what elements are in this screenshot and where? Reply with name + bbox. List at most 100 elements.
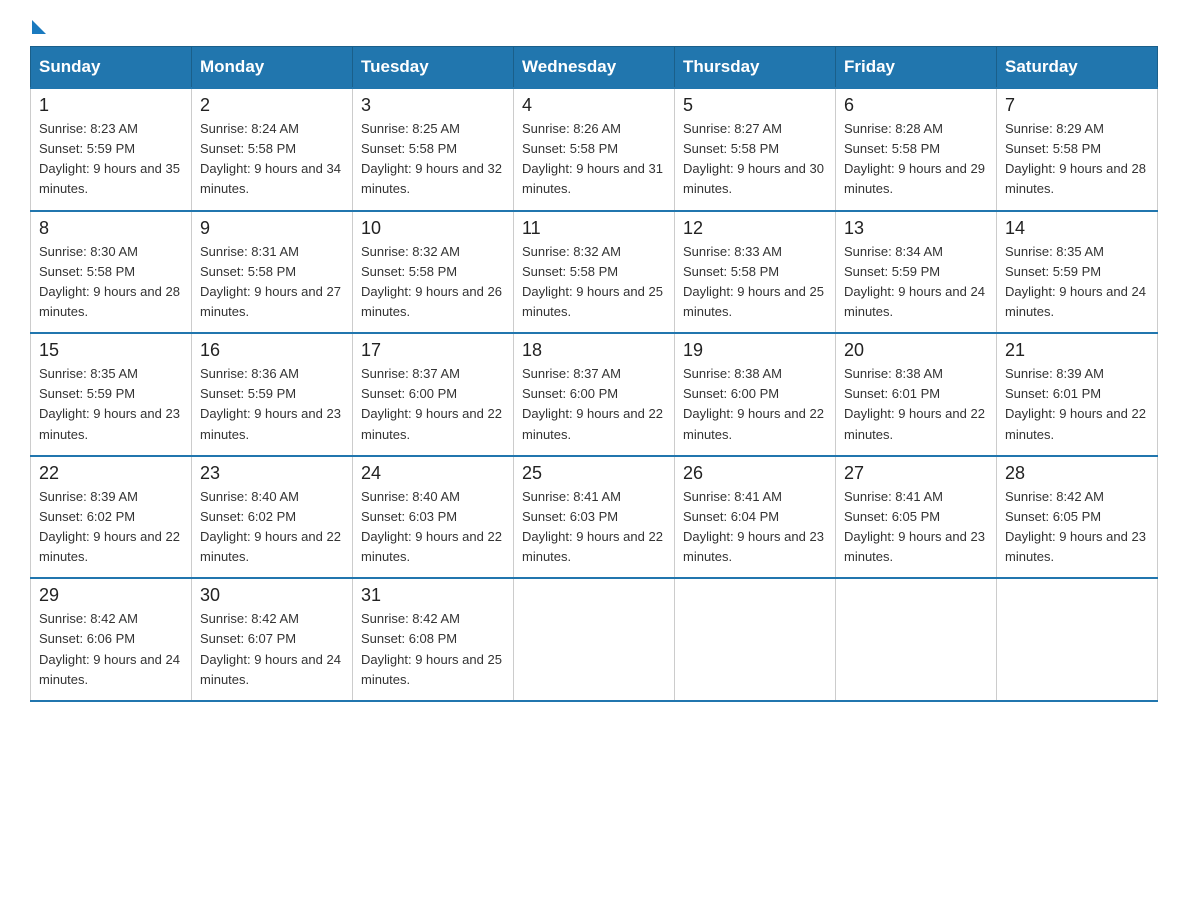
day-number: 28 — [1005, 463, 1149, 484]
day-number: 19 — [683, 340, 827, 361]
day-number: 14 — [1005, 218, 1149, 239]
calendar-cell — [675, 578, 836, 701]
day-number: 22 — [39, 463, 183, 484]
day-number: 27 — [844, 463, 988, 484]
calendar-cell: 18 Sunrise: 8:37 AMSunset: 6:00 PMDayligh… — [514, 333, 675, 456]
day-number: 30 — [200, 585, 344, 606]
day-number: 26 — [683, 463, 827, 484]
logo — [30, 20, 46, 28]
week-row-4: 22 Sunrise: 8:39 AMSunset: 6:02 PMDayligh… — [31, 456, 1158, 579]
calendar-cell: 23Sunrise: 8:40 AMSunset: 6:02 PMDayligh… — [192, 456, 353, 579]
day-number: 8 — [39, 218, 183, 239]
calendar-cell: 16 Sunrise: 8:36 AMSunset: 5:59 PMDayligh… — [192, 333, 353, 456]
calendar-cell — [514, 578, 675, 701]
day-number: 25 — [522, 463, 666, 484]
week-row-2: 8 Sunrise: 8:30 AMSunset: 5:58 PMDaylight… — [31, 211, 1158, 334]
calendar-cell: 27 Sunrise: 8:41 AMSunset: 6:05 PMDayligh… — [836, 456, 997, 579]
header-friday: Friday — [836, 47, 997, 89]
day-info: Sunrise: 8:35 AMSunset: 5:59 PMDaylight:… — [1005, 242, 1149, 323]
calendar-cell: 21 Sunrise: 8:39 AMSunset: 6:01 PMDayligh… — [997, 333, 1158, 456]
day-info: Sunrise: 8:27 AMSunset: 5:58 PMDaylight:… — [683, 119, 827, 200]
week-row-1: 1Sunrise: 8:23 AMSunset: 5:59 PMDaylight… — [31, 88, 1158, 211]
day-number: 31 — [361, 585, 505, 606]
day-number: 21 — [1005, 340, 1149, 361]
calendar-cell: 19 Sunrise: 8:38 AMSunset: 6:00 PMDayligh… — [675, 333, 836, 456]
calendar-cell: 10 Sunrise: 8:32 AMSunset: 5:58 PMDayligh… — [353, 211, 514, 334]
day-number: 3 — [361, 95, 505, 116]
day-number: 13 — [844, 218, 988, 239]
day-info: Sunrise: 8:37 AMSunset: 6:00 PMDaylight:… — [522, 364, 666, 445]
calendar-cell: 29 Sunrise: 8:42 AMSunset: 6:06 PMDayligh… — [31, 578, 192, 701]
calendar-cell: 6Sunrise: 8:28 AMSunset: 5:58 PMDaylight… — [836, 88, 997, 211]
day-info: Sunrise: 8:42 AMSunset: 6:07 PMDaylight:… — [200, 609, 344, 690]
day-info: Sunrise: 8:42 AMSunset: 6:06 PMDaylight:… — [39, 609, 183, 690]
header-monday: Monday — [192, 47, 353, 89]
day-number: 20 — [844, 340, 988, 361]
page-header — [30, 20, 1158, 28]
day-info: Sunrise: 8:42 AMSunset: 6:05 PMDaylight:… — [1005, 487, 1149, 568]
day-info: Sunrise: 8:41 AMSunset: 6:04 PMDaylight:… — [683, 487, 827, 568]
day-number: 4 — [522, 95, 666, 116]
day-info: Sunrise: 8:35 AMSunset: 5:59 PMDaylight:… — [39, 364, 183, 445]
calendar-cell: 14 Sunrise: 8:35 AMSunset: 5:59 PMDayligh… — [997, 211, 1158, 334]
calendar-cell: 17 Sunrise: 8:37 AMSunset: 6:00 PMDayligh… — [353, 333, 514, 456]
day-number: 15 — [39, 340, 183, 361]
day-info: Sunrise: 8:41 AMSunset: 6:05 PMDaylight:… — [844, 487, 988, 568]
logo-triangle-icon — [32, 20, 46, 34]
header-thursday: Thursday — [675, 47, 836, 89]
calendar-cell: 3 Sunrise: 8:25 AMSunset: 5:58 PMDaylight… — [353, 88, 514, 211]
day-info: Sunrise: 8:39 AMSunset: 6:01 PMDaylight:… — [1005, 364, 1149, 445]
day-number: 17 — [361, 340, 505, 361]
header-saturday: Saturday — [997, 47, 1158, 89]
calendar-cell: 12 Sunrise: 8:33 AMSunset: 5:58 PMDayligh… — [675, 211, 836, 334]
day-number: 7 — [1005, 95, 1149, 116]
day-number: 12 — [683, 218, 827, 239]
calendar-cell: 4 Sunrise: 8:26 AMSunset: 5:58 PMDaylight… — [514, 88, 675, 211]
day-number: 24 — [361, 463, 505, 484]
day-info: Sunrise: 8:38 AMSunset: 6:01 PMDaylight:… — [844, 364, 988, 445]
day-number: 11 — [522, 218, 666, 239]
calendar-cell: 26 Sunrise: 8:41 AMSunset: 6:04 PMDayligh… — [675, 456, 836, 579]
day-number: 18 — [522, 340, 666, 361]
day-info: Sunrise: 8:30 AMSunset: 5:58 PMDaylight:… — [39, 242, 183, 323]
calendar-cell: 15 Sunrise: 8:35 AMSunset: 5:59 PMDayligh… — [31, 333, 192, 456]
day-info: Sunrise: 8:39 AMSunset: 6:02 PMDaylight:… — [39, 487, 183, 568]
calendar-cell: 30 Sunrise: 8:42 AMSunset: 6:07 PMDayligh… — [192, 578, 353, 701]
calendar-cell: 8 Sunrise: 8:30 AMSunset: 5:58 PMDaylight… — [31, 211, 192, 334]
calendar-header-row: SundayMondayTuesdayWednesdayThursdayFrid… — [31, 47, 1158, 89]
week-row-5: 29 Sunrise: 8:42 AMSunset: 6:06 PMDayligh… — [31, 578, 1158, 701]
calendar-cell: 7Sunrise: 8:29 AMSunset: 5:58 PMDaylight… — [997, 88, 1158, 211]
day-info: Sunrise: 8:31 AMSunset: 5:58 PMDaylight:… — [200, 242, 344, 323]
day-info: Sunrise: 8:40 AMSunset: 6:02 PMDaylight:… — [200, 487, 344, 568]
day-info: Sunrise: 8:26 AMSunset: 5:58 PMDaylight:… — [522, 119, 666, 200]
day-info: Sunrise: 8:42 AMSunset: 6:08 PMDaylight:… — [361, 609, 505, 690]
day-number: 16 — [200, 340, 344, 361]
calendar-cell: 1Sunrise: 8:23 AMSunset: 5:59 PMDaylight… — [31, 88, 192, 211]
day-number: 29 — [39, 585, 183, 606]
day-number: 6 — [844, 95, 988, 116]
calendar-cell: 28 Sunrise: 8:42 AMSunset: 6:05 PMDayligh… — [997, 456, 1158, 579]
calendar-cell: 9 Sunrise: 8:31 AMSunset: 5:58 PMDaylight… — [192, 211, 353, 334]
day-info: Sunrise: 8:32 AMSunset: 5:58 PMDaylight:… — [361, 242, 505, 323]
day-info: Sunrise: 8:36 AMSunset: 5:59 PMDaylight:… — [200, 364, 344, 445]
calendar-cell: 2Sunrise: 8:24 AMSunset: 5:58 PMDaylight… — [192, 88, 353, 211]
header-wednesday: Wednesday — [514, 47, 675, 89]
day-info: Sunrise: 8:37 AMSunset: 6:00 PMDaylight:… — [361, 364, 505, 445]
day-info: Sunrise: 8:32 AMSunset: 5:58 PMDaylight:… — [522, 242, 666, 323]
calendar-cell: 11 Sunrise: 8:32 AMSunset: 5:58 PMDayligh… — [514, 211, 675, 334]
calendar-cell: 13Sunrise: 8:34 AMSunset: 5:59 PMDayligh… — [836, 211, 997, 334]
day-number: 1 — [39, 95, 183, 116]
calendar-cell: 5Sunrise: 8:27 AMSunset: 5:58 PMDaylight… — [675, 88, 836, 211]
header-tuesday: Tuesday — [353, 47, 514, 89]
calendar-cell: 20 Sunrise: 8:38 AMSunset: 6:01 PMDayligh… — [836, 333, 997, 456]
calendar-cell: 25 Sunrise: 8:41 AMSunset: 6:03 PMDayligh… — [514, 456, 675, 579]
day-info: Sunrise: 8:33 AMSunset: 5:58 PMDaylight:… — [683, 242, 827, 323]
day-info: Sunrise: 8:25 AMSunset: 5:58 PMDaylight:… — [361, 119, 505, 200]
calendar-cell: 31 Sunrise: 8:42 AMSunset: 6:08 PMDayligh… — [353, 578, 514, 701]
day-number: 10 — [361, 218, 505, 239]
day-info: Sunrise: 8:41 AMSunset: 6:03 PMDaylight:… — [522, 487, 666, 568]
day-number: 9 — [200, 218, 344, 239]
calendar-cell: 24 Sunrise: 8:40 AMSunset: 6:03 PMDayligh… — [353, 456, 514, 579]
day-info: Sunrise: 8:40 AMSunset: 6:03 PMDaylight:… — [361, 487, 505, 568]
day-info: Sunrise: 8:38 AMSunset: 6:00 PMDaylight:… — [683, 364, 827, 445]
